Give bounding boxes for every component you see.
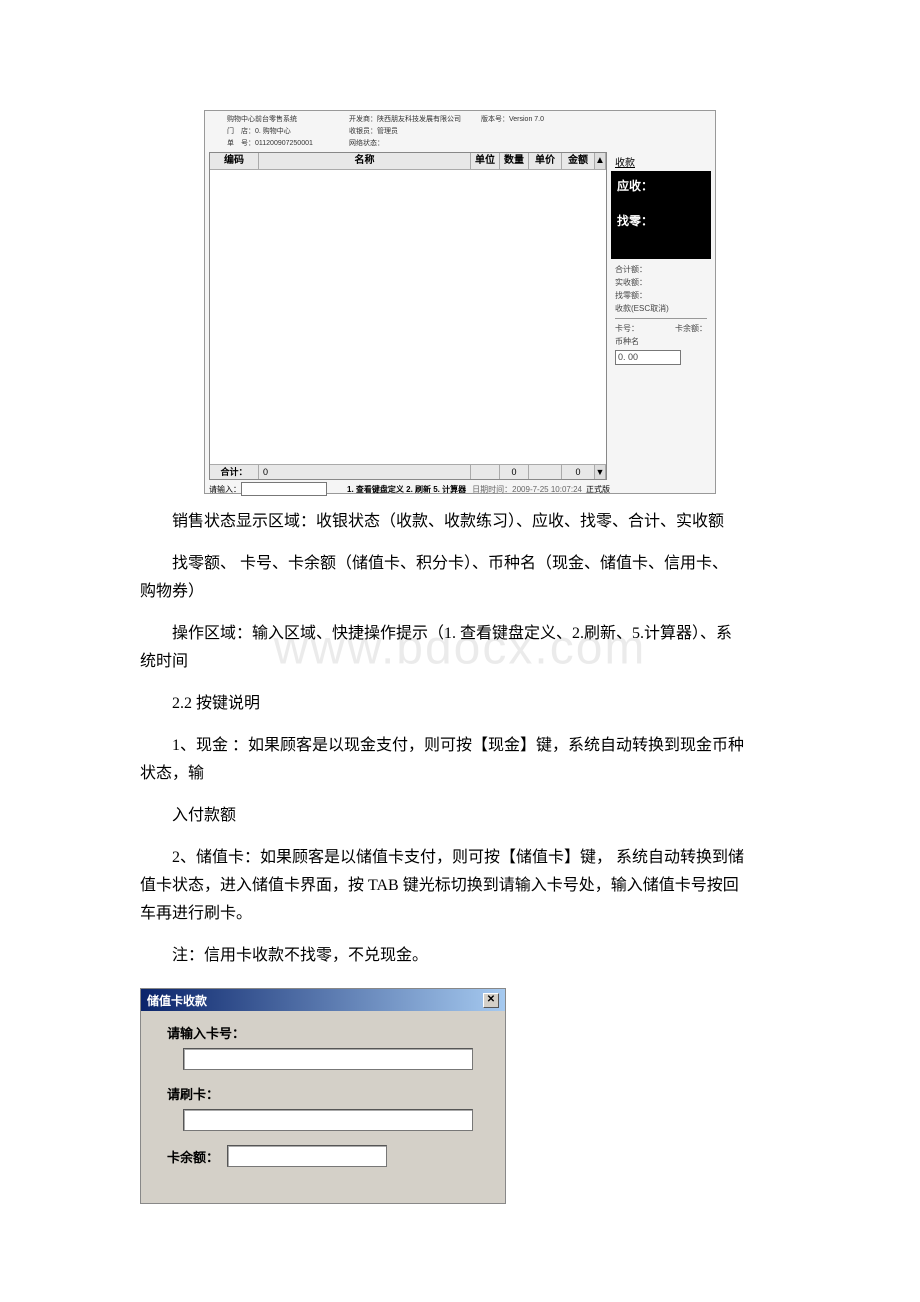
scroll-down-icon[interactable]: ▼	[595, 465, 606, 479]
total-spacer: 0	[259, 465, 471, 479]
dialog-titlebar: 储值卡收款 ✕	[141, 989, 505, 1011]
total-price	[529, 465, 562, 479]
paragraph: 1、现金 ：如果顾客是以现金支付，则可按【现金】键，系统自动转换到现金币种	[140, 732, 780, 760]
pay-hint: 收款(ESC取消)	[615, 302, 707, 315]
paragraph: 车再进行刷卡。	[140, 900, 780, 928]
card-no-input[interactable]	[183, 1048, 473, 1070]
due-label: 应收：	[617, 177, 705, 194]
pos-grid: 编码 名称 单位 数量 单价 金额 ▲ 合计： 0 0 0 ▼	[209, 152, 607, 480]
paragraph: 找零额、 卡号、卡余额（储值卡、积分卡）、币种名（现金、储值卡、信用卡、	[140, 550, 780, 578]
shortcut-hints: 1. 查看键盘定义 2. 刷新 5. 计算器	[347, 484, 466, 495]
paragraph: 状态，输	[140, 760, 780, 788]
scroll-up-icon[interactable]: ▲	[595, 153, 606, 169]
card-no-label: 卡号：	[615, 322, 639, 335]
total-label: 合计：	[210, 465, 259, 479]
pos-grid-header: 编码 名称 单位 数量 单价 金额 ▲	[210, 153, 606, 170]
dev-value: 陕西朋友科技发展有限公司	[377, 116, 461, 123]
col-unit: 单位	[471, 153, 500, 169]
card-no-label: 请输入卡号：	[167, 1023, 487, 1042]
ver-label: 版本号：	[481, 116, 509, 123]
payment-display: 应收： 找零：	[611, 171, 711, 259]
cashier-value: 管理员	[377, 128, 398, 135]
paragraph: 注：信用卡收款不找零，不兑现金。	[140, 942, 780, 970]
ver-value: Version 7.0	[509, 116, 544, 123]
amount-input[interactable]: 0. 00	[615, 350, 681, 365]
total-amt: 0	[562, 465, 595, 479]
edition-label: 正式版	[586, 484, 610, 495]
total-qty: 0	[500, 465, 529, 479]
change-label: 找零：	[617, 212, 705, 229]
pos-bottom-bar: 请输入： 1. 查看键盘定义 2. 刷新 5. 计算器 日期时间：2009-7-…	[205, 480, 715, 498]
paragraph: 操作区域：输入区域、快捷操作提示（1. 查看键盘定义、2.刷新、5.计算器）、系	[140, 620, 780, 648]
chg-label: 找零额：	[615, 289, 707, 302]
command-input[interactable]	[241, 482, 327, 496]
total-unit	[471, 465, 500, 479]
pos-sys-label: 购物中心前台零售系统	[227, 114, 349, 126]
card-bal-label: 卡余额：	[675, 322, 707, 335]
col-amount: 金额	[562, 153, 595, 169]
currency-label: 币种名	[615, 335, 707, 348]
paragraph: 统时间	[140, 648, 780, 676]
input-label: 请输入：	[209, 484, 241, 495]
bill-label: 单 号：	[227, 140, 255, 147]
balance-label: 卡余额：	[167, 1147, 219, 1166]
swipe-input[interactable]	[183, 1109, 473, 1131]
receipt-title: 收款	[611, 152, 711, 171]
bill-value: 011200907250001	[255, 140, 313, 147]
paragraph: 2、储值卡：如果顾客是以储值卡支付，则可按【储值卡】键， 系统自动转换到储	[140, 844, 780, 872]
net-label: 网络状态：	[349, 138, 481, 150]
paragraph: 入付款额	[140, 802, 780, 830]
store-label: 门 店：	[227, 128, 255, 135]
sum-label: 合计额：	[615, 263, 707, 276]
balance-input[interactable]	[227, 1145, 387, 1167]
paid-label: 实收额：	[615, 276, 707, 289]
pos-right-panel: 收款 应收： 找零： 合计额： 实收额： 找零额： 收款(ESC取消) 卡号： …	[611, 152, 711, 480]
time-value: 2009-7-25 10:07:24	[512, 485, 582, 494]
store-value: 0. 购物中心	[255, 128, 291, 135]
section-heading: 2.2 按键说明	[140, 690, 780, 718]
pos-app-window: 购物中心前台零售系统 门 店：0. 购物中心 单 号：0112009072500…	[204, 110, 716, 494]
paragraph: 值卡状态，进入储值卡界面，按 TAB 键光标切换到请输入卡号处，输入储值卡号按回	[140, 872, 780, 900]
col-price: 单价	[529, 153, 562, 169]
paragraph: 购物券）	[140, 578, 780, 606]
paragraph: 销售状态显示区域：收银状态（收款、收款练习）、应收、找零、合计、实收额	[140, 508, 780, 536]
cashier-label: 收银员：	[349, 128, 377, 135]
swipe-label: 请刷卡：	[167, 1084, 487, 1103]
pos-header: 购物中心前台零售系统 门 店：0. 购物中心 单 号：0112009072500…	[205, 111, 715, 152]
stored-card-dialog: 储值卡收款 ✕ 请输入卡号： 请刷卡： 卡余额：	[140, 988, 506, 1204]
pos-grid-body	[210, 170, 606, 464]
col-code: 编码	[210, 153, 259, 169]
payment-info: 合计额： 实收额： 找零额： 收款(ESC取消) 卡号： 卡余额： 币种名 0.…	[611, 259, 711, 369]
col-qty: 数量	[500, 153, 529, 169]
dialog-title: 储值卡收款	[147, 992, 207, 1009]
close-icon[interactable]: ✕	[483, 993, 499, 1008]
dev-label: 开发商：	[349, 116, 377, 123]
time-label: 日期时间：	[472, 485, 512, 494]
pos-grid-footer: 合计： 0 0 0 ▼	[210, 464, 606, 479]
col-name: 名称	[259, 153, 471, 169]
